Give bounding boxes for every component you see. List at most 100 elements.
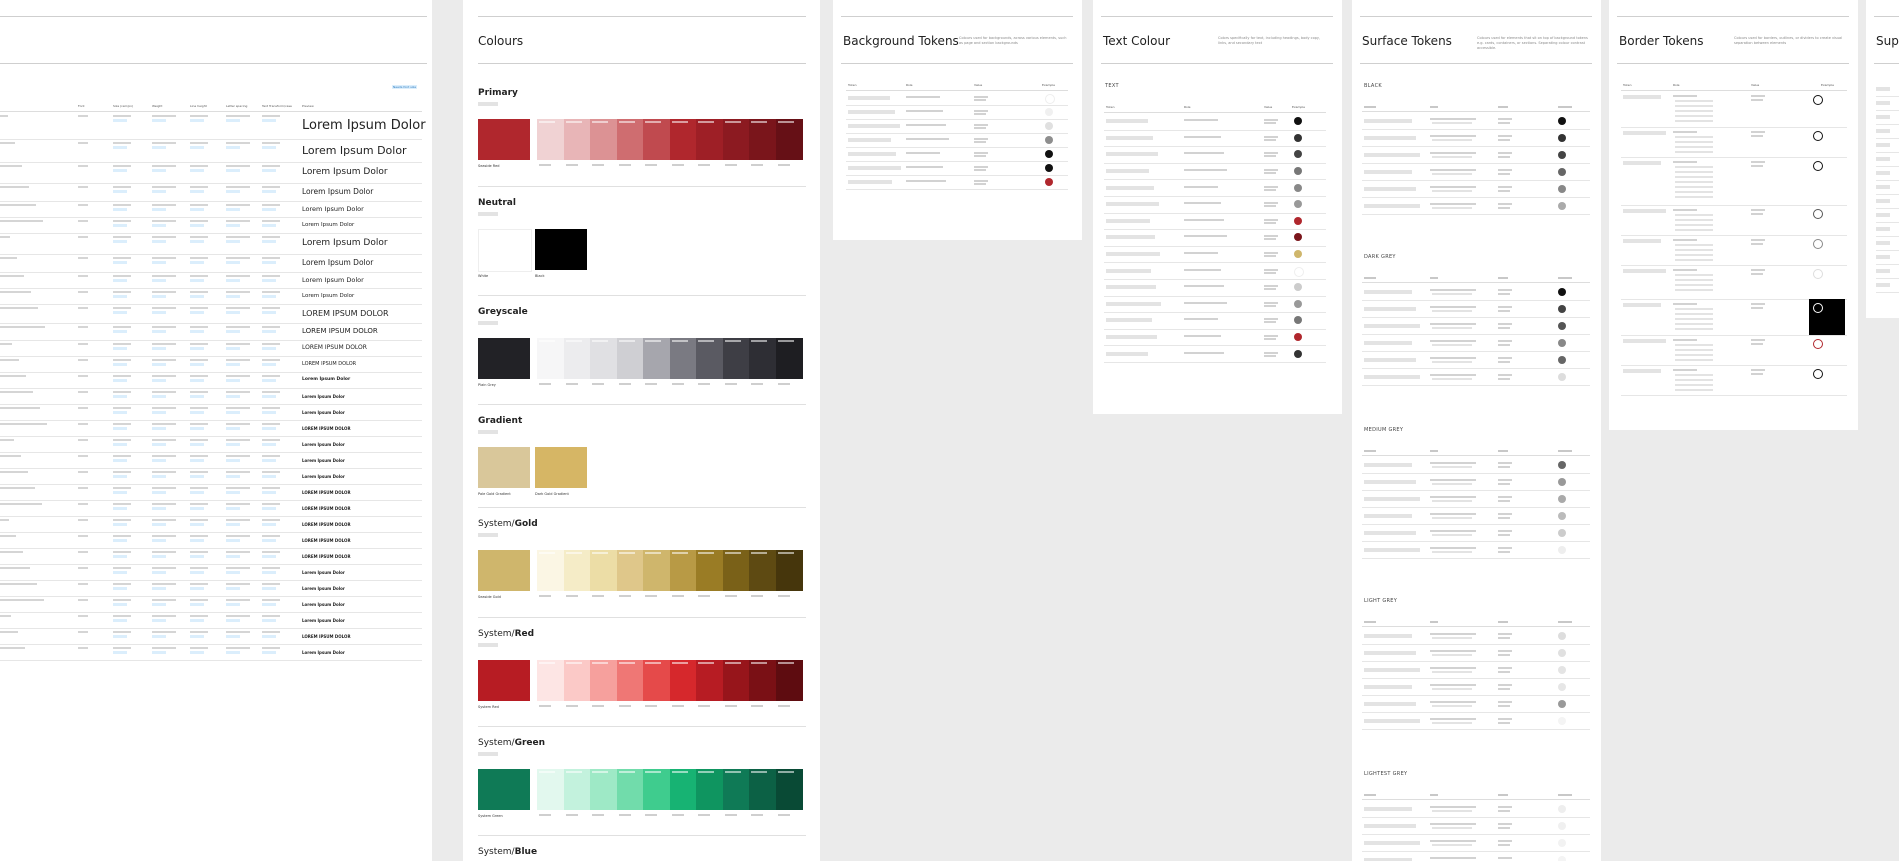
example-dot bbox=[1294, 216, 1302, 225]
spec-chip bbox=[152, 459, 166, 462]
value-placeholder bbox=[1264, 188, 1276, 191]
shade-swatch-caption bbox=[592, 340, 608, 342]
preview-text: Lorem Ipsum Dolor bbox=[302, 569, 345, 575]
token-chip bbox=[1106, 152, 1158, 157]
value-placeholder bbox=[1264, 205, 1276, 208]
role-placeholder bbox=[1432, 653, 1472, 656]
role-line-placeholder bbox=[1673, 161, 1697, 163]
spec-chip bbox=[226, 475, 240, 478]
role-placeholder bbox=[906, 180, 946, 182]
panel-title-rule bbox=[1101, 63, 1333, 64]
value-placeholder bbox=[1498, 202, 1512, 205]
value-placeholder bbox=[1751, 239, 1765, 241]
spec-chip bbox=[113, 119, 127, 122]
value-placeholder bbox=[974, 99, 986, 101]
spec-placeholder bbox=[152, 115, 176, 117]
spec-chip bbox=[226, 311, 240, 314]
value-placeholder bbox=[1498, 343, 1510, 346]
spec-chip bbox=[152, 207, 166, 211]
spec-placeholder bbox=[113, 307, 131, 309]
token-chip bbox=[1364, 323, 1420, 328]
font-name-placeholder bbox=[78, 503, 88, 505]
shade-swatch bbox=[722, 119, 750, 160]
spec-chip bbox=[152, 507, 166, 510]
spec-chip bbox=[152, 619, 166, 622]
shade-swatch-hex bbox=[645, 383, 657, 385]
spec-placeholder bbox=[226, 115, 250, 117]
table-row bbox=[1104, 312, 1326, 330]
spec-chip bbox=[262, 347, 276, 350]
shade-swatch-caption bbox=[751, 121, 767, 123]
shade-swatch-hex bbox=[618, 705, 631, 707]
shade-swatch-hex bbox=[724, 705, 737, 707]
spec-chip bbox=[226, 603, 240, 606]
shade-swatch-caption bbox=[539, 662, 555, 664]
typography-row: Lorem Ipsum Dolor bbox=[0, 217, 422, 235]
shade-swatch-hex bbox=[645, 705, 657, 707]
spec-placeholder bbox=[113, 567, 131, 569]
section-title-main: Gold bbox=[514, 519, 538, 529]
shade-swatch-caption bbox=[565, 662, 582, 664]
role-placeholder bbox=[1430, 717, 1476, 720]
spec-placeholder bbox=[190, 203, 208, 206]
spec-chip bbox=[262, 207, 276, 211]
spec-chip bbox=[226, 539, 240, 542]
column-header: Role bbox=[1184, 105, 1191, 109]
spec-placeholder bbox=[226, 375, 250, 377]
spec-chip bbox=[152, 379, 166, 382]
spec-placeholder bbox=[113, 115, 131, 117]
shade-swatch-caption bbox=[724, 771, 741, 773]
role-placeholder bbox=[1184, 152, 1224, 155]
table-row bbox=[1104, 329, 1326, 347]
token-name-placeholder bbox=[0, 256, 17, 259]
spec-chip bbox=[262, 635, 276, 638]
shade-swatch bbox=[616, 338, 644, 379]
spec-placeholder bbox=[113, 359, 131, 361]
token-chip bbox=[1106, 335, 1157, 340]
token-chip bbox=[1623, 269, 1666, 273]
shade-swatch-caption bbox=[751, 771, 767, 773]
example-circle bbox=[1813, 369, 1823, 379]
shade-swatch-caption bbox=[777, 662, 794, 664]
value-placeholder bbox=[1498, 339, 1512, 342]
spec-chip bbox=[190, 459, 204, 462]
needs-font-size-link[interactable]: Needs font size bbox=[392, 85, 418, 89]
table-row bbox=[1362, 197, 1590, 215]
token-chip bbox=[1876, 87, 1890, 91]
base-swatch-label: Seaside Red bbox=[478, 164, 500, 168]
value-placeholder bbox=[1498, 805, 1512, 808]
shade-swatch-caption bbox=[724, 552, 741, 554]
preview-text: Lorem Ipsum Dolor bbox=[302, 167, 388, 178]
value-placeholder bbox=[1498, 309, 1510, 312]
role-line-placeholder bbox=[1675, 384, 1713, 386]
role-line-placeholder bbox=[1675, 176, 1713, 178]
base-swatch bbox=[478, 229, 532, 272]
spec-placeholder bbox=[262, 535, 280, 537]
spec-chip bbox=[152, 539, 166, 542]
typography-row: LOREM IPSUM DOLOR bbox=[0, 532, 422, 549]
spec-placeholder bbox=[190, 220, 208, 223]
spec-chip bbox=[152, 224, 166, 228]
panel-top-rule bbox=[1360, 16, 1592, 17]
token-name-placeholder bbox=[0, 375, 26, 377]
token-chip bbox=[1364, 840, 1420, 845]
spec-chip bbox=[113, 427, 127, 430]
shade-swatch-hex bbox=[645, 595, 657, 597]
spec-placeholder bbox=[190, 307, 208, 309]
spec-chip bbox=[262, 555, 276, 558]
value-placeholder bbox=[974, 110, 988, 112]
token-chip bbox=[1364, 806, 1412, 811]
shade-swatch-hex bbox=[565, 814, 578, 816]
spec-placeholder bbox=[152, 407, 176, 409]
table-row bbox=[1104, 246, 1326, 264]
section-tag bbox=[478, 643, 498, 647]
font-name-placeholder bbox=[78, 407, 88, 409]
token-chip bbox=[848, 110, 895, 114]
table-row bbox=[1104, 345, 1326, 363]
role-line-placeholder bbox=[1675, 219, 1713, 221]
table-row bbox=[1876, 110, 1899, 125]
spec-placeholder bbox=[190, 615, 208, 617]
value-placeholder bbox=[974, 96, 988, 98]
token-name-placeholder bbox=[0, 615, 11, 617]
shade-swatch-caption bbox=[751, 662, 767, 664]
